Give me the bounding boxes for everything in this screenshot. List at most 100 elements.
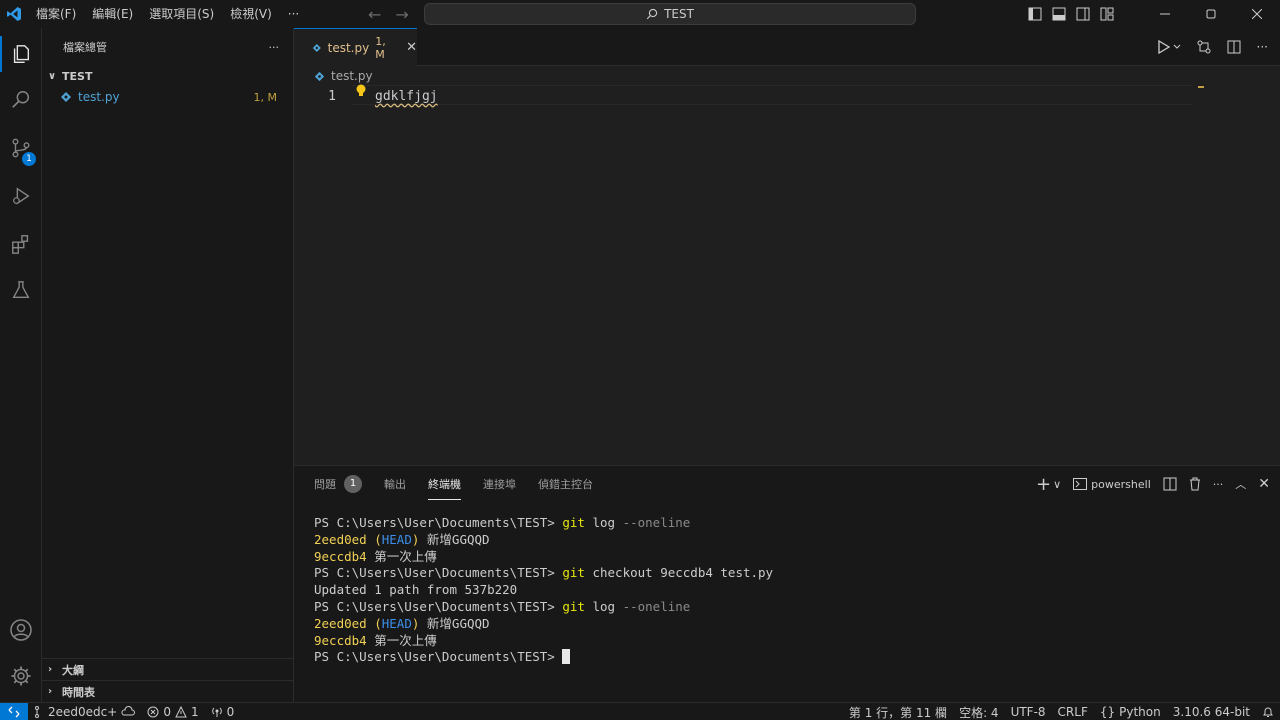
outline-label: 大綱: [62, 663, 84, 677]
timeline-label: 時間表: [62, 685, 95, 699]
timeline-section[interactable]: › 時間表: [42, 680, 293, 702]
cursor-position[interactable]: 第 1 行，第 11 欄: [843, 704, 953, 720]
chevron-right-icon: ›: [48, 686, 53, 697]
open-changes-icon[interactable]: [1197, 40, 1211, 54]
breadcrumb[interactable]: test.py: [294, 66, 1280, 86]
encoding[interactable]: UTF-8: [1005, 705, 1052, 719]
explorer-sidebar: 檔案總管 ··· ∨ TEST test.py 1, M › 大綱 › 時間表: [42, 28, 294, 702]
close-window-icon[interactable]: [1234, 0, 1280, 28]
tab-output[interactable]: 輸出: [384, 476, 406, 492]
customize-layout-icon[interactable]: [1100, 7, 1114, 21]
new-terminal-icon[interactable]: +: [1036, 474, 1051, 495]
terminal-output[interactable]: PS C:\Users\User\Documents\TEST> git log…: [314, 515, 773, 666]
remote-indicator-icon[interactable]: [0, 702, 28, 720]
warning-count: 1: [190, 704, 199, 719]
panel-tabs: 問題 1 輸出 終端機 連接埠 偵錯主控台 + ∨ powershell ···…: [294, 466, 1280, 502]
testing-flask-icon[interactable]: [0, 268, 42, 312]
terminal-line: 9eccdb4 第一次上傳: [314, 632, 437, 648]
code-line[interactable]: 1 gdklfjgj: [294, 84, 1194, 106]
tab-test-py[interactable]: test.py 1, M ✕: [294, 28, 417, 66]
terminal-dropdown-icon[interactable]: ∨: [1053, 478, 1061, 491]
tab-ports-label: 連接埠: [483, 478, 516, 491]
line-number: 1: [328, 88, 336, 104]
back-arrow-icon[interactable]: ←: [368, 5, 381, 24]
menu-more[interactable]: ···: [280, 0, 307, 28]
settings-gear-icon[interactable]: [0, 654, 42, 698]
menu-bar: 檔案(F) 編輯(E) 選取項目(S) 檢視(V) ···: [28, 0, 307, 28]
forward-arrow-icon[interactable]: →: [395, 5, 408, 24]
tab-ports[interactable]: 連接埠: [483, 476, 516, 492]
end-of-line[interactable]: CRLF: [1052, 705, 1094, 719]
tab-terminal[interactable]: 終端機: [428, 476, 461, 500]
explorer-title: 檔案總管: [63, 41, 107, 54]
problems-badge: 1: [344, 475, 362, 493]
ports-count: 0: [226, 704, 235, 719]
breadcrumb-file: test.py: [331, 69, 373, 83]
toggle-secondary-sidebar-icon[interactable]: [1076, 7, 1090, 21]
tab-close-icon[interactable]: ✕: [406, 40, 417, 55]
error-count: 0: [163, 704, 171, 719]
folder-test[interactable]: ∨ TEST: [42, 66, 293, 86]
vscode-logo-icon[interactable]: [0, 0, 28, 28]
toggle-sidebar-icon[interactable]: [1028, 7, 1042, 21]
ports-status[interactable]: 0: [205, 705, 241, 719]
problems-status[interactable]: 0 1: [141, 705, 204, 719]
account-icon[interactable]: [0, 608, 42, 652]
file-item-test-py[interactable]: test.py 1, M: [42, 86, 293, 108]
search-view-icon[interactable]: [0, 78, 42, 122]
menu-selection[interactable]: 選取項目(S): [141, 0, 222, 28]
menu-edit[interactable]: 編輯(E): [84, 0, 141, 28]
folder-name: TEST: [62, 69, 93, 83]
tab-problems-label: 問題: [314, 478, 336, 491]
line-text: gdklfjgj: [356, 84, 438, 104]
braces-icon: {}: [1099, 705, 1116, 719]
panel-more-icon[interactable]: ···: [1213, 478, 1224, 491]
extensions-icon[interactable]: [0, 222, 42, 266]
terminal-line: PS C:\Users\User\Documents\TEST>: [314, 649, 571, 665]
activity-bar: 1: [0, 28, 42, 702]
outline-section[interactable]: › 大綱: [42, 658, 293, 680]
status-bar: 2eed0edc+ 0 1 0 第 1 行，第 11 欄 空格: 4 UTF-8…: [0, 702, 1280, 720]
run-debug-icon[interactable]: [0, 174, 42, 218]
source-control-icon[interactable]: 1: [0, 126, 42, 170]
toggle-panel-icon[interactable]: [1052, 7, 1066, 21]
language-mode[interactable]: {} Python: [1094, 705, 1167, 719]
lightbulb-icon[interactable]: [355, 84, 367, 98]
branch-name: 2eed0edc+: [48, 704, 118, 719]
terminal-icon: [1073, 478, 1088, 490]
bottom-panel: 問題 1 輸出 終端機 連接埠 偵錯主控台 + ∨ powershell ···…: [294, 465, 1280, 702]
command-center-search[interactable]: TEST: [424, 3, 916, 25]
explorer-header: 檔案總管 ···: [42, 28, 293, 66]
title-bar: 檔案(F) 編輯(E) 選取項目(S) 檢視(V) ··· ← → TEST: [0, 0, 1280, 28]
chevron-down-icon: ∨: [48, 70, 57, 82]
explorer-icon[interactable]: [0, 32, 42, 76]
close-panel-icon[interactable]: ✕: [1258, 476, 1270, 492]
git-branch-icon: [35, 705, 39, 718]
explorer-more-actions[interactable]: ···: [269, 41, 280, 54]
trash-icon[interactable]: [1189, 477, 1201, 491]
tab-label: test.py: [327, 40, 370, 55]
editor-more-icon[interactable]: ···: [1257, 40, 1268, 54]
tab-debug-console[interactable]: 偵錯主控台: [538, 476, 593, 492]
warning-icon: [175, 705, 187, 717]
navigation-arrows: ← →: [368, 0, 409, 28]
notifications-bell-icon[interactable]: [1256, 706, 1280, 718]
maximize-panel-icon[interactable]: ︿: [1235, 476, 1246, 492]
sync-cloud-icon[interactable]: [121, 705, 136, 718]
tab-output-label: 輸出: [384, 478, 406, 491]
branch-status[interactable]: 2eed0edc+: [28, 705, 141, 719]
indentation[interactable]: 空格: 4: [953, 704, 1005, 720]
panel-actions: + ∨ powershell ··· ︿ ✕: [1036, 466, 1270, 502]
shell-selector[interactable]: powershell: [1073, 478, 1151, 491]
editor-tabs: test.py 1, M ✕ ···: [294, 28, 1280, 66]
minimize-icon[interactable]: [1142, 0, 1188, 28]
menu-file[interactable]: 檔案(F): [28, 0, 84, 28]
split-terminal-icon[interactable]: [1163, 477, 1177, 491]
split-editor-icon[interactable]: [1227, 40, 1241, 54]
menu-view[interactable]: 檢視(V): [222, 0, 280, 28]
run-python-icon[interactable]: [1157, 40, 1181, 54]
restore-icon[interactable]: [1188, 0, 1234, 28]
terminal-line: 9eccdb4 第一次上傳: [314, 548, 437, 564]
tab-problems[interactable]: 問題 1: [314, 475, 362, 493]
python-interpreter[interactable]: 3.10.6 64-bit: [1167, 705, 1256, 719]
